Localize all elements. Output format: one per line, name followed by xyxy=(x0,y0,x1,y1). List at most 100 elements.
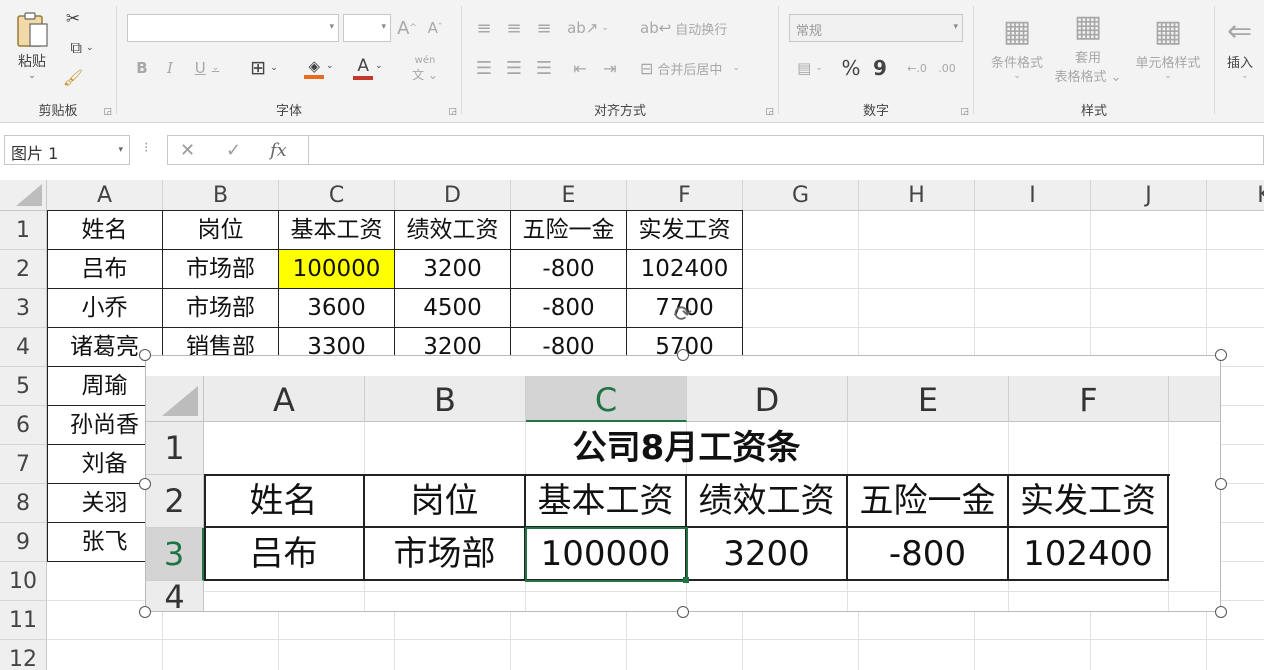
cell-styles-button[interactable]: ▦ 单元格样式 ⌄ xyxy=(1126,10,1210,86)
decrease-indent-icon[interactable]: ⇤ xyxy=(568,56,592,80)
cell[interactable]: 3200 xyxy=(395,250,511,289)
italic-button[interactable]: I xyxy=(159,56,181,80)
cell[interactable]: 绩效工资 xyxy=(395,211,511,250)
font-color-button[interactable]: A ⌄ xyxy=(349,54,391,82)
column-header[interactable]: I xyxy=(975,180,1091,211)
format-as-table-button[interactable]: ▦ 套用 表格格式 ⌄ xyxy=(1048,10,1128,86)
column-header[interactable]: B xyxy=(163,180,279,211)
resize-handle[interactable] xyxy=(139,606,151,618)
styles-group: ▦ 条件格式 ⌄ ▦ 套用 表格格式 ⌄ ▦ 单元格样式 ⌄ 样式 xyxy=(974,0,1214,123)
row-header[interactable]: 11 xyxy=(0,601,47,640)
resize-handle[interactable] xyxy=(1215,606,1227,618)
formula-input[interactable] xyxy=(308,135,1264,165)
cell[interactable]: 市场部 xyxy=(163,289,279,328)
cell[interactable]: 吕布 xyxy=(47,250,163,289)
cancel-icon[interactable]: ✕ xyxy=(180,140,195,161)
chevron-down-icon: ⌄ xyxy=(1164,70,1172,81)
align-left-icon[interactable]: ☰ xyxy=(472,56,496,80)
cell[interactable]: 市场部 xyxy=(163,250,279,289)
row-header[interactable]: 6 xyxy=(0,406,47,445)
underline-button[interactable]: U ⌄ xyxy=(187,56,227,80)
dialog-launcher-icon[interactable]: ◲ xyxy=(765,107,774,117)
align-right-icon[interactable]: ☰ xyxy=(532,56,556,80)
name-box[interactable]: 图片 1 ▾ xyxy=(4,135,130,165)
cell[interactable]: -800 xyxy=(511,289,627,328)
row-header[interactable]: 2 xyxy=(0,250,47,289)
row-header[interactable]: 10 xyxy=(0,562,47,601)
column-header[interactable]: C xyxy=(279,180,395,211)
font-size-select[interactable]: ▾ xyxy=(343,14,391,42)
embedded-picture[interactable]: A B C D E F 1 2 3 4 公司8月工资条 姓名 岗位 基本工资 绩效工资 五险一金 实发工资 吕布市… xyxy=(145,355,1221,612)
cell[interactable]: 姓名 xyxy=(47,211,163,250)
format-painter-button[interactable]: 🖌 xyxy=(62,66,84,88)
cell[interactable]: 小乔 xyxy=(47,289,163,328)
row-header[interactable]: 1 xyxy=(0,211,47,250)
row-header[interactable]: 7 xyxy=(0,445,47,484)
align-top-icon[interactable]: ≡ xyxy=(472,16,496,40)
column-header[interactable]: F xyxy=(627,180,743,211)
resize-handle[interactable] xyxy=(1215,478,1227,490)
number-format-select[interactable]: 常规 ▾ xyxy=(789,14,963,42)
fill-color-swatch xyxy=(304,75,324,79)
insert-function-icon[interactable]: fx xyxy=(270,140,287,161)
cell[interactable]: 实发工资 xyxy=(627,211,743,250)
row-header[interactable]: 3 xyxy=(0,289,47,328)
cell[interactable]: 岗位 xyxy=(163,211,279,250)
rotate-handle[interactable]: ⟳ xyxy=(671,302,695,327)
paste-button[interactable]: 粘贴 ⌄ xyxy=(10,6,54,86)
percent-button[interactable]: % xyxy=(839,56,863,80)
dialog-launcher-icon[interactable]: ◲ xyxy=(960,107,969,117)
decrease-decimal-icon[interactable]: .00 xyxy=(933,56,961,80)
column-header[interactable]: K xyxy=(1207,180,1264,211)
copy-button[interactable]: ⧉ ⌄ xyxy=(62,36,102,60)
column-header[interactable]: A xyxy=(47,180,163,211)
cell[interactable]: 3600 xyxy=(279,289,395,328)
cell[interactable]: 102400 xyxy=(627,250,743,289)
cut-button[interactable]: ✂ xyxy=(62,8,84,30)
shrink-font-button[interactable]: Aˇ xyxy=(423,16,447,40)
conditional-formatting-button[interactable]: ▦ 条件格式 ⌄ xyxy=(982,10,1052,86)
font-color-icon: A xyxy=(357,56,370,76)
cell[interactable]: 4500 xyxy=(395,289,511,328)
dialog-launcher-icon[interactable]: ◲ xyxy=(103,107,112,117)
resize-handle[interactable] xyxy=(139,478,151,490)
fill-color-button[interactable]: ◈ ⌄ xyxy=(299,54,343,82)
comma-style-button[interactable]: 9 xyxy=(869,56,891,80)
bold-button[interactable]: B xyxy=(131,56,153,80)
wrap-text-button[interactable]: ab↩ 自动换行 xyxy=(640,16,730,40)
cell[interactable]: 五险一金 xyxy=(511,211,627,250)
resize-handle[interactable] xyxy=(677,349,689,361)
increase-decimal-icon[interactable]: ←.0 xyxy=(903,56,931,80)
cell[interactable]: 100000 xyxy=(279,250,395,289)
column-header[interactable]: G xyxy=(743,180,859,211)
align-middle-icon[interactable]: ≡ xyxy=(502,16,526,40)
column-header[interactable]: E xyxy=(511,180,627,211)
increase-indent-icon[interactable]: ⇥ xyxy=(598,56,622,80)
phonetic-button[interactable]: wén 文 ⌄ xyxy=(405,55,445,82)
borders-button[interactable]: ⊞ ⌄ xyxy=(243,56,285,80)
row-header[interactable]: 5 xyxy=(0,367,47,406)
align-bottom-icon[interactable]: ≡ xyxy=(532,16,556,40)
resize-handle[interactable] xyxy=(1215,349,1227,361)
merge-center-button[interactable]: ⊟ 合并后居中 ⌄ xyxy=(640,56,764,80)
orientation-button[interactable]: ab↗ ⌄ xyxy=(567,16,609,40)
row-header[interactable]: 8 xyxy=(0,484,47,523)
row-header[interactable]: 4 xyxy=(0,328,47,367)
align-center-icon[interactable]: ☰ xyxy=(502,56,526,80)
column-header[interactable]: D xyxy=(395,180,511,211)
accounting-format-button[interactable]: ▤ ⌄ xyxy=(789,56,831,80)
enter-icon[interactable]: ✓ xyxy=(226,140,241,161)
row-header[interactable]: 9 xyxy=(0,523,47,562)
insert-button[interactable]: ⇐ 插入 ⌄ xyxy=(1227,10,1264,86)
column-header[interactable]: H xyxy=(859,180,975,211)
cell[interactable]: 基本工资 xyxy=(279,211,395,250)
font-name-select[interactable]: ▾ xyxy=(127,14,339,42)
row-header[interactable]: 12 xyxy=(0,640,47,670)
resize-handle[interactable] xyxy=(677,606,689,618)
grow-font-button[interactable]: A ^ xyxy=(395,16,419,40)
column-header[interactable]: J xyxy=(1091,180,1207,211)
dialog-launcher-icon[interactable]: ◲ xyxy=(448,107,457,117)
cell[interactable]: -800 xyxy=(511,250,627,289)
resize-handle[interactable] xyxy=(139,349,151,361)
select-all-button[interactable] xyxy=(0,180,47,211)
